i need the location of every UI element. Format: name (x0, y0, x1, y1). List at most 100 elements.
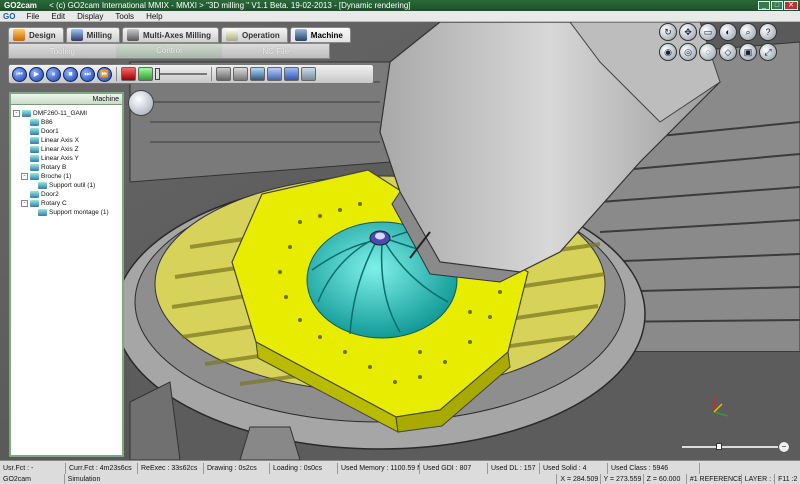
expand-toggle-icon[interactable]: - (13, 110, 20, 117)
menu-edit[interactable]: Edit (45, 12, 71, 21)
simulation-toolbar: ⏮ ▶ ⏸ ■ ⏭ ⏩ (8, 64, 374, 84)
zoom-thumb[interactable] (716, 443, 722, 450)
zoom-window-icon[interactable]: ▭ (699, 23, 717, 41)
logo: GO (3, 11, 16, 21)
separator (116, 67, 117, 81)
tree-item-label: Support outil (1) (49, 182, 96, 189)
window-title: < (c) GO2cam International MMIX - MMXI >… (49, 1, 411, 10)
tree-item-label: Support montage (1) (49, 209, 109, 216)
tab-label: Machine (310, 30, 343, 40)
fit-icon[interactable]: ⤢ (759, 43, 777, 61)
component-icon (38, 182, 47, 189)
operation-icon (226, 29, 238, 41)
play-button[interactable]: ▶ (29, 66, 44, 82)
multi-axes-icon (127, 29, 139, 41)
status-field: Loading : 0s0cs (270, 463, 338, 474)
view-front-icon[interactable]: ◎ (679, 43, 697, 61)
tab-multi-axes-milling[interactable]: Multi-Axes Milling (122, 27, 219, 43)
minimize-button[interactable]: _ (758, 1, 770, 10)
tree-item-label: Linear Axis Z (41, 146, 79, 153)
subtab-nc-file[interactable]: NC File (222, 47, 329, 56)
machine-view-icon[interactable] (284, 67, 299, 81)
status-field: Used Memory : 1100.59 Mo (338, 463, 420, 474)
app-name: GO2cam (4, 1, 37, 10)
view-top-icon[interactable]: ◉ (659, 43, 677, 61)
tree-item-label: Door1 (41, 128, 59, 135)
zoom-slider[interactable]: − (682, 441, 790, 453)
tree-item-label: DMF260-11_GAMI (33, 110, 88, 117)
tab-label: Design (29, 30, 56, 40)
tree-item[interactable]: B86 (13, 118, 122, 127)
tree-item[interactable]: Support montage (1) (13, 208, 122, 217)
tree-item[interactable]: Support outil (1) (13, 181, 122, 190)
zoom-out-icon[interactable]: − (778, 441, 790, 453)
stop-button[interactable]: ■ (63, 66, 78, 82)
part-icon[interactable] (233, 67, 248, 81)
speed-icon[interactable] (138, 67, 153, 81)
section-view-icon[interactable] (301, 67, 316, 81)
status-field: X = 284.509 (557, 474, 601, 484)
slider-thumb[interactable] (155, 68, 160, 80)
close-button[interactable]: ✕ (784, 1, 798, 10)
menu-bar: GO File Edit Display Tools Help (0, 11, 800, 22)
expand-toggle-icon[interactable]: - (21, 173, 28, 180)
maximize-button[interactable]: □ (771, 1, 783, 10)
tree-item[interactable]: Door1 (13, 127, 122, 136)
tree-item[interactable]: Linear Axis Y (13, 154, 122, 163)
tree-item[interactable]: Door2 (13, 190, 122, 199)
view-iso-icon[interactable]: ◇ (719, 43, 737, 61)
view-side-icon[interactable]: ◌ (699, 43, 717, 61)
tree-item-label: Linear Axis X (41, 137, 79, 144)
tree-item[interactable]: - Rotary C (13, 199, 122, 208)
tab-label: Milling (86, 30, 112, 40)
tree-item[interactable]: Rotary B (13, 163, 122, 172)
collision-icon[interactable] (121, 67, 136, 81)
tree-item[interactable]: - DMF260-11_GAMI (13, 109, 122, 118)
tab-machine[interactable]: Machine (289, 27, 351, 43)
tree-item[interactable]: Linear Axis Z (13, 145, 122, 154)
status-field: Used DL : 157 (488, 463, 540, 474)
status-field: ReExec : 33s62cs (138, 463, 204, 474)
status-field: LAYER : 1 (742, 474, 776, 484)
title-bar: GO2cam < (c) GO2cam International MMIX -… (0, 0, 800, 11)
status-field: Curr.Fct : 4m23s6cs (66, 463, 138, 474)
toolpath-icon[interactable] (267, 67, 282, 81)
tool-icon[interactable] (250, 67, 265, 81)
subtab-tooling[interactable]: Tooling (9, 47, 116, 56)
status-field: Used Solid : 4 (540, 463, 608, 474)
pause-button[interactable]: ⏸ (46, 66, 61, 82)
machine-icon (294, 29, 307, 41)
menu-display[interactable]: Display (71, 12, 109, 21)
render-icon[interactable]: ▣ (739, 43, 757, 61)
status-bar: Usr.Fct : - Curr.Fct : 4m23s6cs ReExec : 3… (0, 460, 800, 484)
expand-toggle-icon[interactable]: - (21, 200, 28, 207)
tree-item-label: Broche (1) (41, 173, 72, 180)
rewind-button[interactable]: ⏮ (12, 66, 27, 82)
help-icon[interactable]: ? (759, 23, 777, 41)
status-field: Drawing : 0s2cs (204, 463, 270, 474)
menu-help[interactable]: Help (140, 12, 168, 21)
tree-item-label: Door2 (41, 191, 59, 198)
component-icon (30, 173, 39, 180)
fast-forward-button[interactable]: ⏩ (97, 66, 112, 82)
menu-tools[interactable]: Tools (109, 12, 140, 21)
stock-icon[interactable] (216, 67, 231, 81)
tab-milling[interactable]: Milling (65, 27, 120, 43)
panel-toggle-icon[interactable] (128, 90, 154, 116)
tab-operation[interactable]: Operation (221, 27, 288, 43)
shade-icon[interactable]: ◐ (719, 23, 737, 41)
status-field: Z = 60.000 (644, 474, 687, 484)
tab-design[interactable]: Design (8, 27, 64, 43)
speed-slider[interactable] (155, 67, 207, 81)
component-icon (38, 209, 47, 216)
status-row-coords: GO2cam Simulation X = 284.509 Y = 273.559 Z … (0, 474, 800, 484)
menu-file[interactable]: File (20, 12, 45, 21)
tree-item[interactable]: - Broche (1) (13, 172, 122, 181)
component-icon (30, 164, 39, 171)
rotate-icon[interactable]: ↻ (659, 23, 677, 41)
step-forward-button[interactable]: ⏭ (80, 66, 95, 82)
pan-icon[interactable]: ✥ (679, 23, 697, 41)
subtab-control[interactable]: Control (115, 44, 223, 58)
tree-item[interactable]: Linear Axis X (13, 136, 122, 145)
zoom-icon[interactable]: ⌕ (739, 23, 757, 41)
